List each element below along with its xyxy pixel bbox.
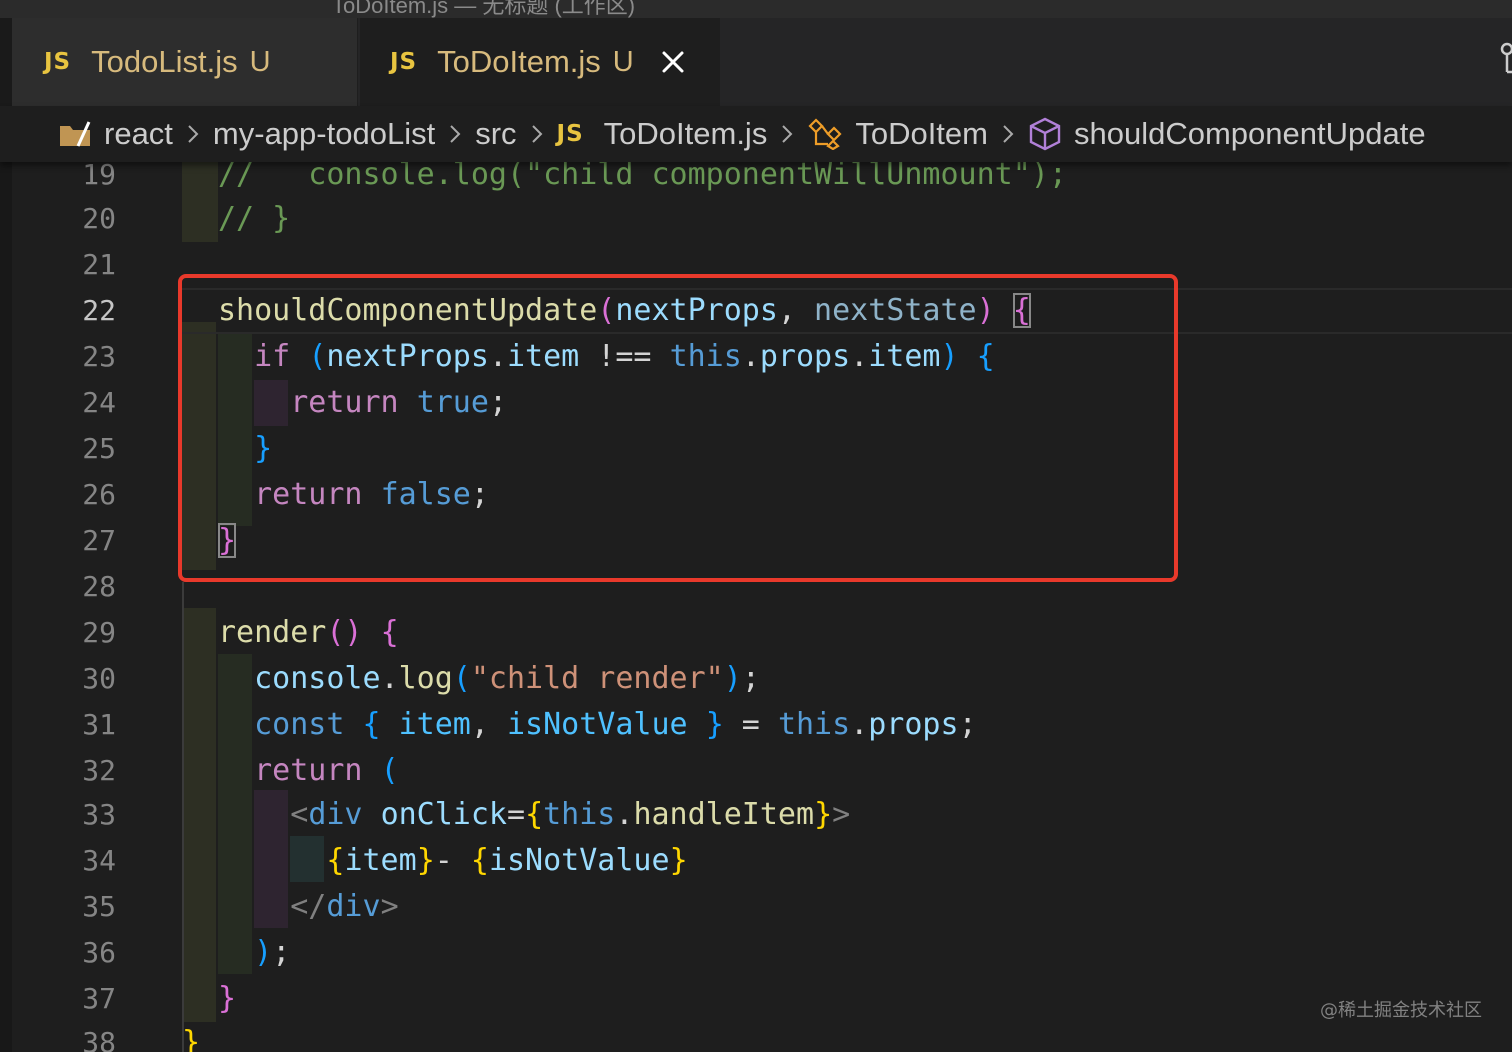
code-line[interactable]: 30 console.log("child render"); bbox=[0, 656, 1512, 702]
breadcrumb-label: shouldComponentUpdate bbox=[1074, 116, 1426, 151]
line-number: 35 bbox=[82, 890, 116, 923]
breadcrumb-item-todoitem-js[interactable]: JS ToDoItem.js bbox=[557, 116, 768, 152]
editor-tab-bar: JS TodoList.js U JS ToDoItem.js U bbox=[0, 18, 1512, 106]
line-number: 23 bbox=[82, 340, 116, 373]
code-line[interactable]: 25 } bbox=[0, 426, 1512, 472]
code-line[interactable]: 36 ); bbox=[0, 930, 1512, 976]
js-file-icon: JS bbox=[390, 49, 418, 75]
line-number: 20 bbox=[82, 202, 116, 235]
code-line[interactable]: 29 render() { bbox=[0, 610, 1512, 656]
folder-icon bbox=[60, 121, 91, 147]
tab-label: ToDoItem.js bbox=[437, 44, 601, 79]
breadcrumb-label: react bbox=[104, 116, 173, 151]
code-line[interactable]: 34 {item}- {isNotValue} bbox=[0, 838, 1512, 884]
line-number: 22 bbox=[82, 294, 116, 327]
js-file-icon: JS bbox=[556, 121, 584, 147]
code-line[interactable]: 20 // } bbox=[0, 196, 1512, 242]
line-content: render() { bbox=[218, 615, 399, 650]
line-content: </div> bbox=[290, 889, 399, 924]
code-line[interactable]: 23 if (nextProps.item !== this.props.ite… bbox=[0, 334, 1512, 380]
code-line[interactable]: 24 return true; bbox=[0, 380, 1512, 426]
line-content: // } bbox=[218, 201, 291, 236]
line-number: 24 bbox=[82, 386, 116, 419]
breadcrumb: react my-app-todoList src JS ToDoItem.js… bbox=[0, 106, 1512, 162]
code-line[interactable]: 26 return false; bbox=[0, 472, 1512, 518]
line-number: 31 bbox=[82, 708, 116, 741]
line-content: {item}- {isNotValue} bbox=[326, 843, 688, 878]
breadcrumb-label: my-app-todoList bbox=[212, 116, 436, 151]
line-number: 37 bbox=[82, 982, 116, 1015]
line-content: const { item, isNotValue } = this.props; bbox=[254, 707, 977, 742]
line-number: 19 bbox=[82, 162, 116, 191]
code-line[interactable]: 21 bbox=[0, 242, 1512, 288]
code-line[interactable]: 27 } bbox=[0, 518, 1512, 564]
close-icon[interactable] bbox=[658, 47, 688, 77]
line-content: <div onClick={this.handleItem}> bbox=[290, 797, 851, 832]
line-content: shouldComponentUpdate(nextProps, nextSta… bbox=[218, 293, 1031, 328]
line-number: 28 bbox=[82, 570, 116, 603]
class-icon bbox=[808, 118, 842, 150]
breadcrumb-item-todoitem-class[interactable]: ToDoItem bbox=[807, 116, 988, 152]
line-content: return ( bbox=[254, 753, 399, 788]
code-line[interactable]: 31 const { item, isNotValue } = this.pro… bbox=[0, 702, 1512, 748]
tab-todolist[interactable]: JS TodoList.js U bbox=[12, 18, 358, 106]
source-control-icon[interactable] bbox=[1494, 42, 1512, 78]
window-title: ToDoItem.js — 无标题 (工作区) bbox=[332, 0, 636, 18]
code-line-current[interactable]: 22 shouldComponentUpdate(nextProps, next… bbox=[0, 288, 1512, 334]
code-line[interactable]: 32 return ( bbox=[0, 748, 1512, 794]
line-content: } bbox=[254, 431, 273, 466]
chevron-right-icon bbox=[450, 125, 461, 143]
line-number: 26 bbox=[82, 478, 116, 511]
line-content: console.log("child render"); bbox=[254, 661, 760, 696]
line-number: 34 bbox=[82, 844, 116, 877]
chevron-right-icon bbox=[188, 125, 199, 143]
breadcrumb-item-my-app-todolist[interactable]: my-app-todoList bbox=[213, 116, 435, 152]
breadcrumb-label: ToDoItem bbox=[855, 116, 988, 151]
code-line[interactable]: 38 } bbox=[0, 1020, 1512, 1052]
line-content: return false; bbox=[254, 477, 489, 512]
tab-bar-gutter bbox=[0, 18, 12, 106]
line-number: 29 bbox=[82, 616, 116, 649]
breadcrumb-label: ToDoItem.js bbox=[603, 116, 768, 151]
line-number: 25 bbox=[82, 432, 116, 465]
code-line[interactable]: 19 // console.log("child componentWillUn… bbox=[0, 162, 1512, 198]
line-number: 32 bbox=[82, 754, 116, 787]
line-content: } bbox=[182, 1025, 201, 1052]
line-content: } bbox=[218, 981, 237, 1016]
breadcrumb-item-shouldcomponentupdate[interactable]: shouldComponentUpdate bbox=[1028, 116, 1426, 152]
tab-untracked-badge: U bbox=[249, 45, 271, 78]
chevron-right-icon bbox=[782, 125, 793, 143]
tab-label: TodoList.js bbox=[91, 44, 238, 79]
breadcrumb-item-src[interactable]: src bbox=[475, 116, 516, 152]
chevron-right-icon bbox=[1003, 125, 1014, 143]
line-content: return true; bbox=[290, 385, 507, 420]
code-editor[interactable]: 19 // console.log("child componentWillUn… bbox=[0, 162, 1512, 1052]
line-number: 33 bbox=[82, 798, 116, 831]
line-number: 36 bbox=[82, 936, 116, 969]
line-number: 21 bbox=[82, 248, 116, 281]
line-content: if (nextProps.item !== this.props.item) … bbox=[254, 339, 995, 374]
breadcrumb-label: src bbox=[475, 116, 517, 151]
line-content: // console.log("child componentWillUnmou… bbox=[218, 162, 1067, 192]
breadcrumb-item-react[interactable]: react bbox=[58, 116, 173, 152]
chevron-right-icon bbox=[531, 125, 542, 143]
line-content: } bbox=[218, 523, 237, 558]
line-number: 38 bbox=[82, 1026, 116, 1052]
code-line[interactable]: 28 bbox=[0, 564, 1512, 610]
code-line[interactable]: 35 </div> bbox=[0, 884, 1512, 930]
code-line[interactable]: 33 <div onClick={this.handleItem}> bbox=[0, 792, 1512, 838]
window-titlebar: ToDoItem.js — 无标题 (工作区) bbox=[0, 0, 1512, 18]
line-number: 30 bbox=[82, 662, 116, 695]
line-number: 27 bbox=[82, 524, 116, 557]
watermark: @稀土掘金技术社区 bbox=[1320, 1000, 1482, 1021]
code-line[interactable]: 37 } bbox=[0, 976, 1512, 1022]
js-file-icon: JS bbox=[44, 49, 72, 75]
line-content: ); bbox=[254, 935, 291, 970]
tab-todoitem[interactable]: JS ToDoItem.js U bbox=[360, 18, 720, 106]
method-icon bbox=[1029, 117, 1061, 151]
tab-untracked-badge: U bbox=[612, 45, 634, 78]
